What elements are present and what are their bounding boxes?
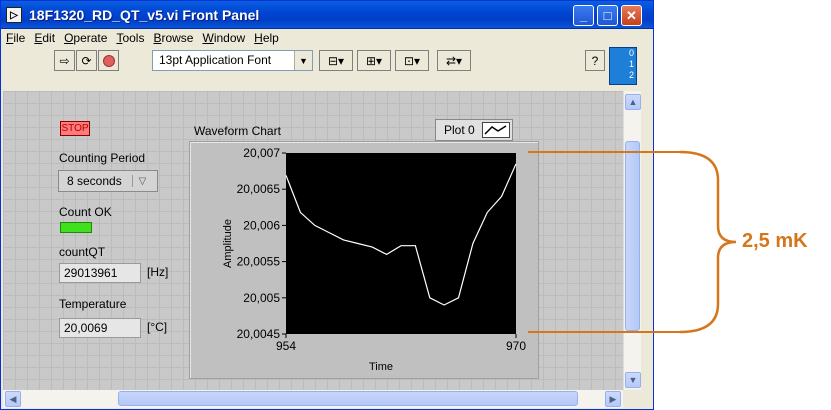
- count-ok-led: [60, 222, 92, 233]
- reorder-icon[interactable]: ⇄▾: [437, 50, 471, 71]
- context-help-icon[interactable]: ?: [585, 50, 605, 71]
- scroll-right-icon[interactable]: ▶: [605, 391, 621, 407]
- abort-stop-icon[interactable]: [98, 50, 119, 71]
- horizontal-scroll-thumb[interactable]: [118, 391, 578, 406]
- scroll-up-icon[interactable]: ▲: [625, 94, 641, 110]
- count-ok-label: Count OK: [59, 205, 112, 219]
- temperature-unit: [°C]: [147, 320, 168, 334]
- minimize-icon[interactable]: _: [573, 5, 594, 26]
- menu-browse[interactable]: Browse: [153, 31, 193, 45]
- y-tick-label: 20,006: [243, 218, 280, 232]
- y-tick-label: 20,0065: [237, 182, 281, 196]
- temperature-label: Temperature: [59, 297, 127, 311]
- window-title: 18F1320_RD_QT_v5.vi Front Panel: [29, 7, 260, 23]
- scroll-left-icon[interactable]: ◀: [5, 391, 21, 407]
- maximize-icon[interactable]: □: [597, 5, 618, 26]
- chevron-down-icon[interactable]: ▽: [132, 175, 152, 187]
- countqt-indicator: 29013961: [59, 263, 141, 283]
- menu-bar: File Edit Operate Tools Browse Window He…: [1, 29, 653, 47]
- font-selector[interactable]: 13pt Application Font: [152, 50, 313, 71]
- countqt-label: countQT: [59, 245, 106, 259]
- close-icon[interactable]: ✕: [621, 5, 642, 26]
- range-annotation: [528, 150, 737, 334]
- legend-line-swatch: [482, 122, 510, 138]
- y-tick-label: 20,005: [243, 291, 280, 305]
- counting-period-label: Counting Period: [59, 151, 146, 165]
- title-bar[interactable]: ▷ 18F1320_RD_QT_v5.vi Front Panel _ □ ✕: [1, 1, 653, 29]
- plot-legend[interactable]: Plot 0: [435, 119, 513, 141]
- y-tick-label: 20,0045: [237, 327, 281, 341]
- ctx-line-2: 2: [628, 70, 634, 80]
- legend-series-label: Plot 0: [444, 123, 475, 137]
- waveform-chart: 20,00720,006520,00620,005520,00520,00459…: [222, 146, 526, 373]
- x-tick-label: 970: [506, 339, 526, 353]
- menu-operate[interactable]: Operate: [64, 31, 107, 45]
- ctx-line-1: 1: [628, 59, 634, 69]
- chart-title: Waveform Chart: [194, 124, 281, 138]
- distribute-objects-icon[interactable]: ⊞▾: [357, 50, 391, 71]
- resize-objects-icon[interactable]: ⊡▾: [395, 50, 429, 71]
- menu-file[interactable]: File: [6, 31, 25, 45]
- align-objects-icon[interactable]: ⊟▾: [319, 50, 353, 71]
- x-tick-label: 954: [276, 339, 296, 353]
- horizontal-scrollbar[interactable]: ◀ ▶: [3, 390, 623, 408]
- x-axis-label: Time: [369, 361, 393, 373]
- y-tick-label: 20,0055: [237, 255, 281, 269]
- annotation-text: 2,5 mK: [742, 230, 808, 252]
- plot-area: [286, 153, 516, 334]
- toolbar: ⇨ ⟳ 13pt Application Font ▼ ⊟▾ ⊞▾ ⊡▾ ⇄▾ …: [1, 47, 653, 75]
- ctx-line-0: 0: [628, 48, 634, 58]
- menu-edit[interactable]: Edit: [34, 31, 55, 45]
- menu-tools[interactable]: Tools: [116, 31, 144, 45]
- temperature-indicator: 20,0069: [59, 318, 141, 338]
- y-tick-label: 20,007: [243, 146, 280, 160]
- y-axis-label: Amplitude: [222, 219, 234, 268]
- labview-vi-icon: ▷: [6, 7, 22, 23]
- menu-help[interactable]: Help: [254, 31, 279, 45]
- scroll-down-icon[interactable]: ▼: [625, 372, 641, 388]
- menu-window[interactable]: Window: [202, 31, 245, 45]
- annotation-brace: [679, 150, 737, 334]
- stop-button[interactable]: STOP: [60, 121, 90, 136]
- run-arrow-icon[interactable]: ⇨: [54, 50, 75, 71]
- chevron-down-icon[interactable]: ▼: [294, 51, 312, 70]
- context-help-window-icon[interactable]: 0 1 2: [609, 47, 637, 85]
- run-continuously-icon[interactable]: ⟳: [76, 50, 97, 71]
- countqt-unit: [Hz]: [147, 265, 169, 279]
